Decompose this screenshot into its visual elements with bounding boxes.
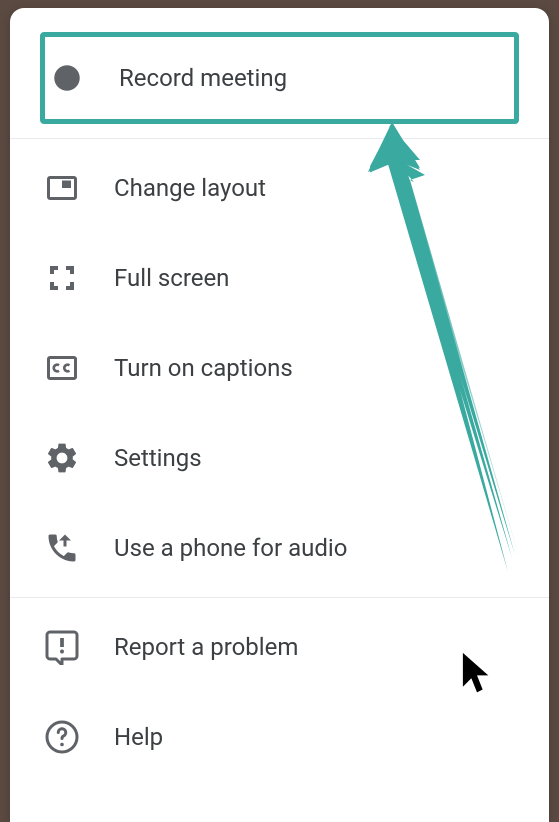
menu-item-report-problem[interactable]: Report a problem	[10, 602, 549, 692]
menu-item-record-meeting[interactable]: Record meeting	[45, 56, 486, 100]
captions-icon	[40, 346, 84, 390]
help-icon	[40, 715, 84, 759]
phone-audio-icon	[40, 526, 84, 570]
layout-icon	[40, 166, 84, 210]
annotation-highlight-box: Record meeting	[40, 32, 519, 124]
menu-item-full-screen[interactable]: Full screen	[10, 233, 549, 323]
menu-item-help[interactable]: Help	[10, 692, 549, 782]
overflow-menu-panel: Record meeting Change layout Full screen	[10, 8, 549, 822]
menu-item-phone-audio[interactable]: Use a phone for audio	[10, 503, 549, 593]
fullscreen-icon	[40, 256, 84, 300]
menu-item-label: Record meeting	[119, 64, 287, 92]
menu-item-label: Report a problem	[114, 633, 298, 661]
menu-item-label: Full screen	[114, 264, 229, 292]
gear-icon	[40, 436, 84, 480]
menu-item-captions[interactable]: Turn on captions	[10, 323, 549, 413]
menu-divider	[10, 138, 549, 139]
menu-item-label: Settings	[114, 444, 202, 472]
menu-item-label: Turn on captions	[114, 354, 293, 382]
menu-divider	[10, 597, 549, 598]
feedback-icon	[40, 625, 84, 669]
menu-section-support: Report a problem Help	[10, 602, 549, 782]
record-icon	[45, 56, 89, 100]
menu-item-settings[interactable]: Settings	[10, 413, 549, 503]
menu-item-label: Change layout	[114, 174, 266, 202]
menu-item-label: Help	[114, 723, 163, 751]
menu-item-label: Use a phone for audio	[114, 534, 347, 562]
menu-section-main: Change layout Full screen Turn on captio…	[10, 143, 549, 593]
menu-item-change-layout[interactable]: Change layout	[10, 143, 549, 233]
